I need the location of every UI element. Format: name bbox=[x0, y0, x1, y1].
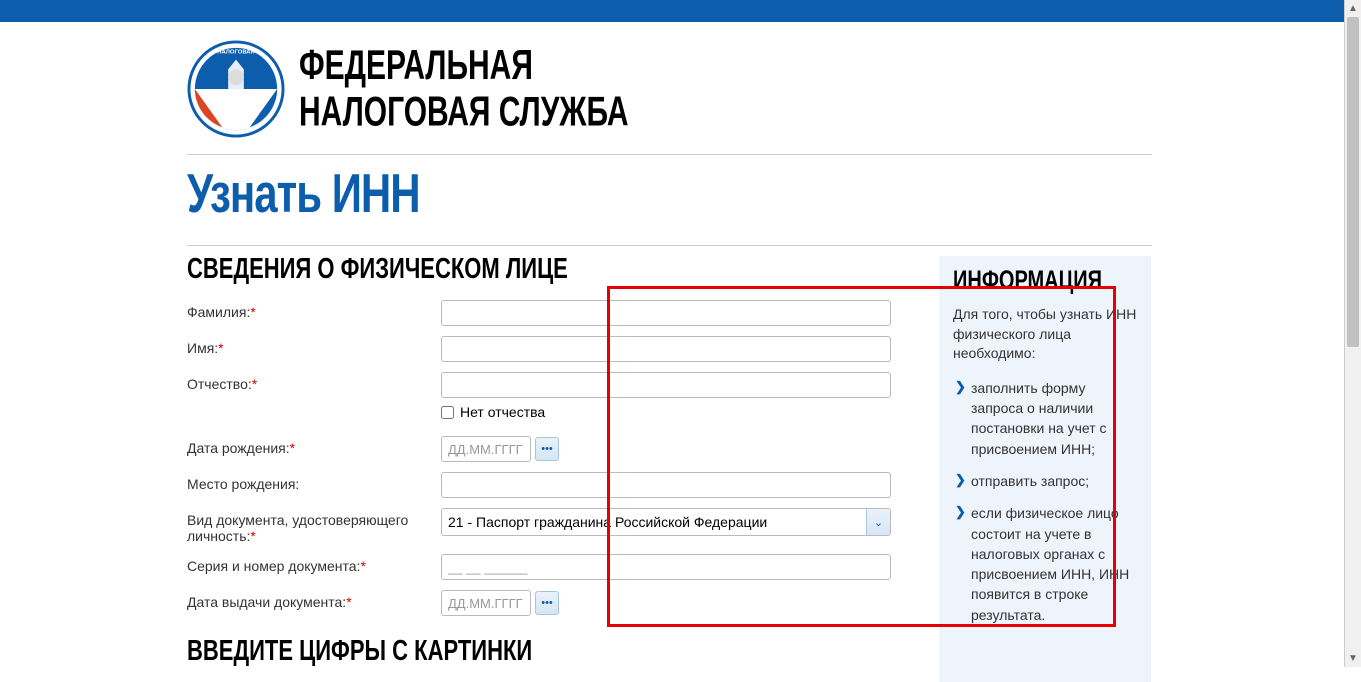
doctype-label: Вид документа, удостоверяющего личность:… bbox=[187, 508, 441, 544]
lastname-input[interactable] bbox=[441, 300, 891, 326]
scrollbar-track[interactable] bbox=[1345, 17, 1361, 650]
divider bbox=[187, 245, 1152, 246]
divider bbox=[187, 154, 1152, 155]
no-patronymic-checkbox[interactable] bbox=[441, 406, 454, 419]
no-patronymic-label: Нет отчества bbox=[460, 404, 545, 420]
docdate-picker-button[interactable]: ••• bbox=[535, 591, 559, 615]
docseries-label: Серия и номер документа:* bbox=[187, 554, 441, 574]
org-title: ФЕДЕРАЛЬНАЯ НАЛОГОВАЯ СЛУЖБА bbox=[299, 43, 629, 135]
info-intro: Для того, чтобы узнать ИНН физического л… bbox=[953, 305, 1139, 364]
docdate-input[interactable] bbox=[441, 590, 531, 616]
birthdate-picker-button[interactable]: ••• bbox=[535, 437, 559, 461]
doctype-select[interactable] bbox=[441, 508, 891, 536]
info-title: ИНФОРМАЦИЯ bbox=[953, 267, 1139, 297]
birthdate-input[interactable] bbox=[441, 436, 531, 462]
firstname-label: Имя:* bbox=[187, 336, 441, 356]
info-panel: ИНФОРМАЦИЯ Для того, чтобы узнать ИНН фи… bbox=[939, 256, 1151, 682]
chevron-down-icon: ⌄ bbox=[874, 516, 883, 529]
vertical-scrollbar[interactable]: ▲ ▼ bbox=[1344, 0, 1361, 667]
lastname-label: Фамилия:* bbox=[187, 300, 441, 320]
site-header: НАЛОГОВАЯ ФЕДЕРАЛЬНАЯ НАЛОГОВАЯ СЛУЖБА bbox=[187, 40, 1344, 152]
patronymic-label: Отчество:* bbox=[187, 372, 441, 392]
docseries-input[interactable] bbox=[441, 554, 891, 580]
info-list: заполнить форму запроса о наличии постан… bbox=[953, 378, 1139, 625]
top-banner bbox=[0, 0, 1361, 22]
patronymic-input[interactable] bbox=[441, 372, 891, 398]
birthplace-label: Место рождения: bbox=[187, 472, 441, 492]
info-list-item: если физическое лицо состоит на учете в … bbox=[953, 503, 1139, 625]
firstname-input[interactable] bbox=[441, 336, 891, 362]
section-title-person: СВЕДЕНИЯ О ФИЗИЧЕСКОМ ЛИЦЕ bbox=[187, 252, 927, 286]
scrollbar-thumb[interactable] bbox=[1347, 17, 1359, 347]
doctype-dropdown-button[interactable]: ⌄ bbox=[866, 509, 890, 535]
svg-text:НАЛОГОВАЯ: НАЛОГОВАЯ bbox=[217, 50, 255, 56]
birthplace-input[interactable] bbox=[441, 472, 891, 498]
org-title-line1: ФЕДЕРАЛЬНАЯ bbox=[299, 43, 629, 89]
fns-logo: НАЛОГОВАЯ bbox=[187, 40, 285, 138]
section-title-captcha: ВВЕДИТЕ ЦИФРЫ С КАРТИНКИ bbox=[187, 634, 927, 668]
org-title-line2: НАЛОГОВАЯ СЛУЖБА bbox=[299, 89, 629, 135]
docdate-label: Дата выдачи документа:* bbox=[187, 590, 441, 610]
scroll-down-button[interactable]: ▼ bbox=[1345, 650, 1361, 667]
page-title: Узнать ИНН bbox=[187, 157, 1344, 225]
scroll-up-button[interactable]: ▲ bbox=[1345, 0, 1361, 17]
birthdate-label: Дата рождения:* bbox=[187, 436, 441, 456]
info-list-item: отправить запрос; bbox=[953, 471, 1139, 491]
info-list-item: заполнить форму запроса о наличии постан… bbox=[953, 378, 1139, 459]
